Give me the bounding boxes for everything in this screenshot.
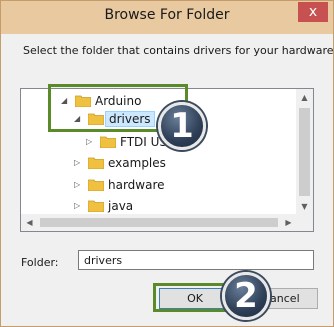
expand-arrow-icon[interactable]: ▷ — [74, 159, 82, 167]
folder-icon — [88, 200, 104, 212]
horizontal-scrollbar[interactable]: ◀ ▶ — [21, 214, 297, 231]
folder-field-label: Folder: — [21, 256, 59, 269]
tree-item-examples[interactable]: ▷ examples — [74, 155, 194, 173]
folder-input[interactable] — [78, 250, 314, 270]
instruction-text: Select the folder that contains drivers … — [23, 44, 334, 57]
scrollbar-corner — [296, 214, 313, 231]
folder-icon — [100, 136, 116, 148]
tree-item-label: examples — [108, 156, 166, 170]
vertical-scroll-thumb[interactable] — [299, 108, 310, 196]
expand-arrow-icon[interactable]: ▷ — [74, 202, 82, 210]
title-bar[interactable]: Browse For Folder x — [1, 1, 333, 34]
scroll-down-icon[interactable]: ▼ — [296, 198, 313, 215]
scroll-right-icon[interactable]: ▶ — [280, 214, 297, 231]
browse-folder-dialog: Browse For Folder x Select the folder th… — [0, 0, 334, 327]
tree-item-label: java — [108, 199, 134, 213]
horizontal-scroll-thumb[interactable] — [40, 218, 278, 227]
scroll-left-icon[interactable]: ◀ — [21, 214, 38, 231]
step2-callout-badge: 2 — [222, 272, 270, 320]
tree-item-label: hardware — [108, 178, 165, 192]
step1-callout-badge: 1 — [158, 102, 206, 150]
close-button[interactable]: x — [298, 2, 328, 22]
close-icon: x — [308, 4, 318, 20]
vertical-scrollbar[interactable]: ▲ ▼ — [296, 89, 313, 215]
expand-arrow-icon[interactable]: ▷ — [86, 138, 94, 146]
folder-icon — [88, 157, 104, 169]
tree-item-hardware[interactable]: ▷ hardware — [74, 177, 194, 195]
window-title: Browse For Folder — [104, 7, 230, 23]
folder-icon — [88, 179, 104, 191]
scroll-up-icon[interactable]: ▲ — [296, 89, 313, 106]
expand-arrow-icon[interactable]: ▷ — [74, 181, 82, 189]
